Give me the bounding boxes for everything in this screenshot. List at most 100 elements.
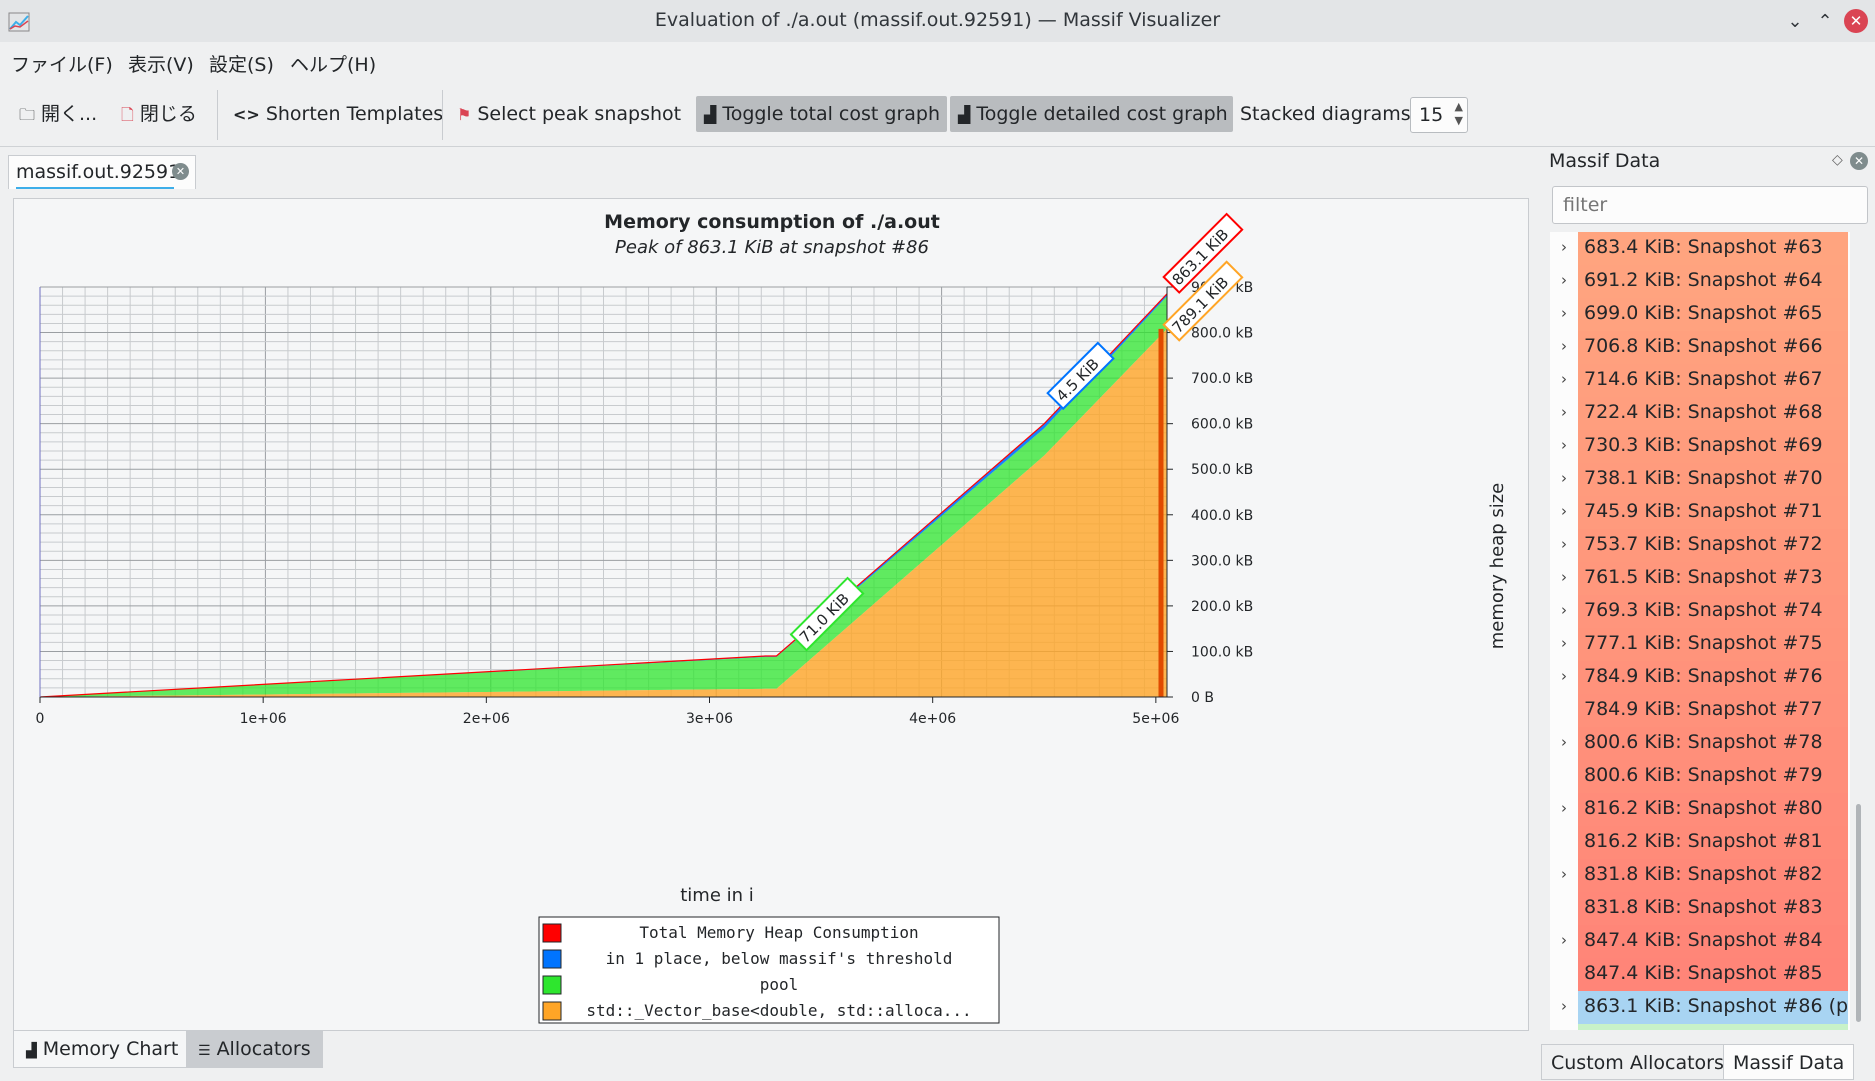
- tab-custom-allocators[interactable]: Custom Allocators: [1541, 1044, 1734, 1080]
- tree-row-label: 784.9 KiB: Snapshot #77: [1584, 698, 1823, 720]
- tree-row-label: 722.4 KiB: Snapshot #68: [1584, 401, 1823, 423]
- expand-arrow-icon[interactable]: ›: [1561, 568, 1567, 586]
- document-tab[interactable]: massif.out.92591 ✕: [8, 155, 196, 189]
- chart-icon: ▟: [704, 105, 717, 124]
- tree-row-snapshot[interactable]: › 847.4 KiB: Snapshot #84: [1550, 925, 1848, 958]
- expand-arrow-icon[interactable]: ›: [1561, 469, 1567, 487]
- close-dock-icon[interactable]: ✕: [1850, 152, 1868, 170]
- tree-row-snapshot[interactable]: 847.4 KiB: Snapshot #85: [1550, 958, 1848, 991]
- y-tick-label: 800.0 kB: [1191, 326, 1253, 342]
- expand-arrow-icon[interactable]: ›: [1561, 502, 1567, 520]
- chart-icon: ▟: [26, 1043, 37, 1059]
- spin-down-icon[interactable]: ▼: [1455, 114, 1463, 127]
- tree-row-snapshot[interactable]: › 745.9 KiB: Snapshot #71: [1550, 496, 1848, 529]
- filter-input[interactable]: [1552, 186, 1868, 224]
- legend-swatch: [542, 923, 562, 943]
- float-dock-icon[interactable]: ◇: [1832, 152, 1843, 168]
- open-button[interactable]: 🗀 開く...: [11, 96, 105, 132]
- tree-scrollbar[interactable]: [1856, 804, 1861, 1022]
- tree-row-label: 745.9 KiB: Snapshot #71: [1584, 500, 1823, 522]
- expand-arrow-icon[interactable]: ›: [1561, 403, 1567, 421]
- expand-arrow-icon[interactable]: ›: [1561, 931, 1567, 949]
- expand-arrow-icon[interactable]: ›: [1561, 997, 1567, 1015]
- tree-row-snapshot[interactable]: › 683.4 KiB: Snapshot #63: [1550, 232, 1848, 265]
- menu-help[interactable]: ヘルプ(H): [290, 50, 376, 77]
- tree-row-snapshot[interactable]: › 863.1 KiB: Snapshot #86 (p...: [1550, 991, 1850, 1024]
- expand-arrow-icon[interactable]: ›: [1561, 667, 1567, 685]
- tree-row-snapshot[interactable]: 816.2 KiB: Snapshot #81: [1550, 826, 1848, 859]
- tree-row-snapshot[interactable]: 784.9 KiB: Snapshot #77: [1550, 694, 1848, 727]
- close-file-button[interactable]: 🗋 閉じる: [113, 96, 205, 132]
- toggle-detailed-cost-button[interactable]: ▟ Toggle detailed cost graph: [950, 96, 1233, 132]
- menu-view[interactable]: 表示(V): [128, 50, 194, 77]
- close-icon[interactable]: ✕: [1844, 9, 1868, 33]
- tree-row-label: 683.4 KiB: Snapshot #63: [1584, 236, 1823, 258]
- chevron-down-icon[interactable]: ⌄: [1782, 9, 1808, 35]
- tree-row-label: 761.5 KiB: Snapshot #73: [1584, 566, 1823, 588]
- open-label: 開く...: [41, 103, 98, 125]
- tree-row-snapshot[interactable]: › 761.5 KiB: Snapshot #73: [1550, 562, 1848, 595]
- expand-arrow-icon[interactable]: ›: [1561, 865, 1567, 883]
- tree-row-snapshot[interactable]: › 699.0 KiB: Snapshot #65: [1550, 298, 1848, 331]
- expand-arrow-icon[interactable]: ›: [1561, 337, 1567, 355]
- tree-row-snapshot[interactable]: › 714.6 KiB: Snapshot #67: [1550, 364, 1848, 397]
- tab-allocators[interactable]: ☰ Allocators: [186, 1031, 323, 1068]
- toggle-total-cost-button[interactable]: ▟ Toggle total cost graph: [696, 96, 947, 132]
- tree-row-label: 800.6 KiB: Snapshot #78: [1584, 731, 1823, 753]
- expand-arrow-icon[interactable]: ›: [1561, 535, 1567, 553]
- tree-row-snapshot[interactable]: › 784.9 KiB: Snapshot #76: [1550, 661, 1848, 694]
- expand-arrow-icon[interactable]: ›: [1561, 304, 1567, 322]
- close-document-icon: 🗋: [121, 105, 134, 124]
- expand-arrow-icon[interactable]: ›: [1561, 238, 1567, 256]
- tree-row-snapshot[interactable]: › 738.1 KiB: Snapshot #70: [1550, 463, 1848, 496]
- tree-row-snapshot[interactable]: › 800.6 KiB: Snapshot #78: [1550, 727, 1848, 760]
- tab-allocators-label: Allocators: [216, 1038, 311, 1060]
- tree-row-label: 816.2 KiB: Snapshot #81: [1584, 830, 1823, 852]
- expand-arrow-icon[interactable]: ›: [1561, 634, 1567, 652]
- active-tab-indicator: [16, 187, 174, 189]
- tree-row-snapshot[interactable]: 800.6 KiB: Snapshot #79: [1550, 760, 1848, 793]
- select-peak-button[interactable]: ⚑ Select peak snapshot: [449, 96, 689, 132]
- tree-row-snapshot[interactable]: › 816.2 KiB: Snapshot #80: [1550, 793, 1848, 826]
- stacked-diagrams-spinbox[interactable]: 15 ▲ ▼: [1410, 97, 1468, 133]
- tree-row-label: 691.2 KiB: Snapshot #64: [1584, 269, 1823, 291]
- tree-row-snapshot[interactable]: › 753.7 KiB: Snapshot #72: [1550, 529, 1848, 562]
- flag-icon: ⚑: [457, 105, 472, 124]
- expand-arrow-icon[interactable]: ›: [1561, 436, 1567, 454]
- tab-massif-data[interactable]: Massif Data: [1723, 1044, 1855, 1080]
- expand-arrow-icon[interactable]: ›: [1561, 271, 1567, 289]
- dock-title: Massif Data: [1549, 150, 1661, 172]
- tree-row-snapshot[interactable]: › 831.8 KiB: Snapshot #82: [1550, 859, 1848, 892]
- memory-chart: Memory consumption of ./a.out Peak of 86…: [36, 211, 1508, 1024]
- tree-row-snapshot[interactable]: › 706.8 KiB: Snapshot #66: [1550, 331, 1848, 364]
- expand-arrow-icon[interactable]: ›: [1561, 799, 1567, 817]
- tree-row-snapshot[interactable]: 831.8 KiB: Snapshot #83: [1550, 892, 1848, 925]
- chart-title: Memory consumption of ./a.out: [604, 211, 940, 233]
- legend-entry: std::_Vector_base<double, std::alloca...: [586, 1001, 971, 1020]
- tree-row-label: 800.6 KiB: Snapshot #79: [1584, 764, 1823, 786]
- tree-row-snapshot[interactable]: › 777.1 KiB: Snapshot #75: [1550, 628, 1848, 661]
- tree-row-snapshot[interactable]: › 730.3 KiB: Snapshot #69: [1550, 430, 1848, 463]
- tree-row-snapshot[interactable]: › 722.4 KiB: Snapshot #68: [1550, 397, 1848, 430]
- expand-arrow-icon[interactable]: ›: [1561, 601, 1567, 619]
- tree-row-label: 753.7 KiB: Snapshot #72: [1584, 533, 1823, 555]
- expand-arrow-icon[interactable]: ›: [1561, 733, 1567, 751]
- x-tick-label: 2e+06: [463, 711, 510, 727]
- shorten-templates-button[interactable]: <> Shorten Templates: [225, 96, 451, 132]
- menu-settings[interactable]: 設定(S): [209, 50, 274, 77]
- chevron-up-icon[interactable]: ⌃: [1812, 9, 1838, 35]
- close-tab-icon[interactable]: ✕: [172, 163, 189, 180]
- spin-up-icon[interactable]: ▲: [1455, 100, 1463, 113]
- toolbar: 🗀 開く... 🗋 閉じる <> Shorten Templates ⚑ Select …: [0, 82, 1875, 147]
- tab-memory-chart[interactable]: ▟ Memory Chart: [13, 1031, 192, 1068]
- expand-arrow-icon[interactable]: ›: [1561, 370, 1567, 388]
- menu-file[interactable]: ファイル(F): [11, 50, 113, 77]
- tree-row-label: 816.2 KiB: Snapshot #80: [1584, 797, 1823, 819]
- x-tick-label: 1e+06: [240, 711, 287, 727]
- legend-entry: Total Memory Heap Consumption: [639, 923, 918, 942]
- tree-row-snapshot[interactable]: › 691.2 KiB: Snapshot #64: [1550, 265, 1848, 298]
- y-tick-label: 0 B: [1191, 690, 1214, 706]
- tree-row-snapshot[interactable]: › 769.3 KiB: Snapshot #74: [1550, 595, 1848, 628]
- list-icon: ☰: [198, 1043, 211, 1059]
- chart-icon: ▟: [958, 105, 971, 124]
